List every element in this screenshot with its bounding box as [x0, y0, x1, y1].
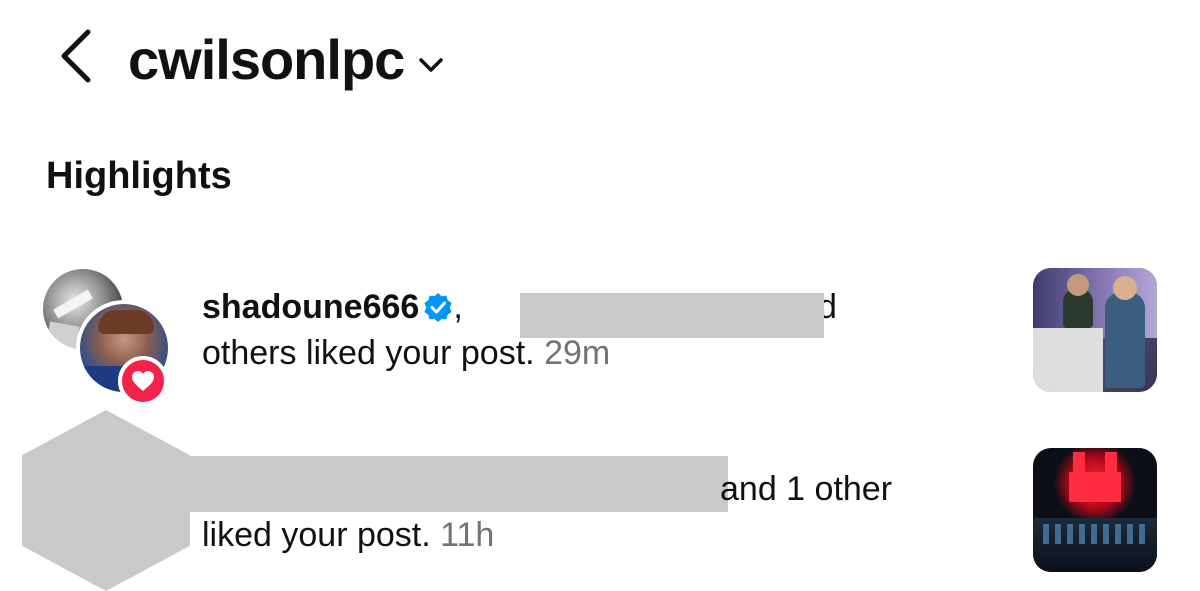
notification-text: liked your post. 11h: [202, 512, 494, 558]
comma: ,: [453, 288, 463, 326]
heart-icon: [132, 371, 154, 391]
verified-badge-icon: [424, 293, 452, 322]
notification-row[interactable]: and 1 other liked your post. 11h: [0, 410, 1200, 591]
notification-row[interactable]: shadoune666 , xxxxxxxxxxxxxxxxx and othe…: [0, 262, 1200, 406]
avatar-stack[interactable]: [40, 266, 180, 406]
top-bar: cwilsonlpc: [0, 0, 1200, 120]
username-link[interactable]: shadoune666: [202, 288, 419, 326]
redaction-block: [190, 456, 728, 512]
timestamp: 11h: [440, 516, 495, 554]
timestamp: 29m: [544, 334, 611, 372]
post-thumbnail[interactable]: [1033, 448, 1157, 572]
like-badge: [118, 356, 168, 406]
page-title: cwilsonlpc: [128, 28, 405, 91]
redacted-avatar: [22, 410, 190, 591]
chevron-down-icon: [419, 58, 444, 72]
notification-message: others liked your post.: [202, 334, 535, 372]
post-thumbnail[interactable]: [1033, 268, 1157, 392]
account-switcher[interactable]: cwilsonlpc: [128, 20, 444, 100]
chevron-left-icon: [61, 29, 91, 83]
notification-message: liked your post.: [202, 516, 431, 554]
back-button[interactable]: [52, 26, 104, 86]
redaction-block: [520, 293, 824, 338]
notification-fragment: and 1 other: [720, 470, 893, 508]
section-title: Highlights: [46, 155, 232, 197]
